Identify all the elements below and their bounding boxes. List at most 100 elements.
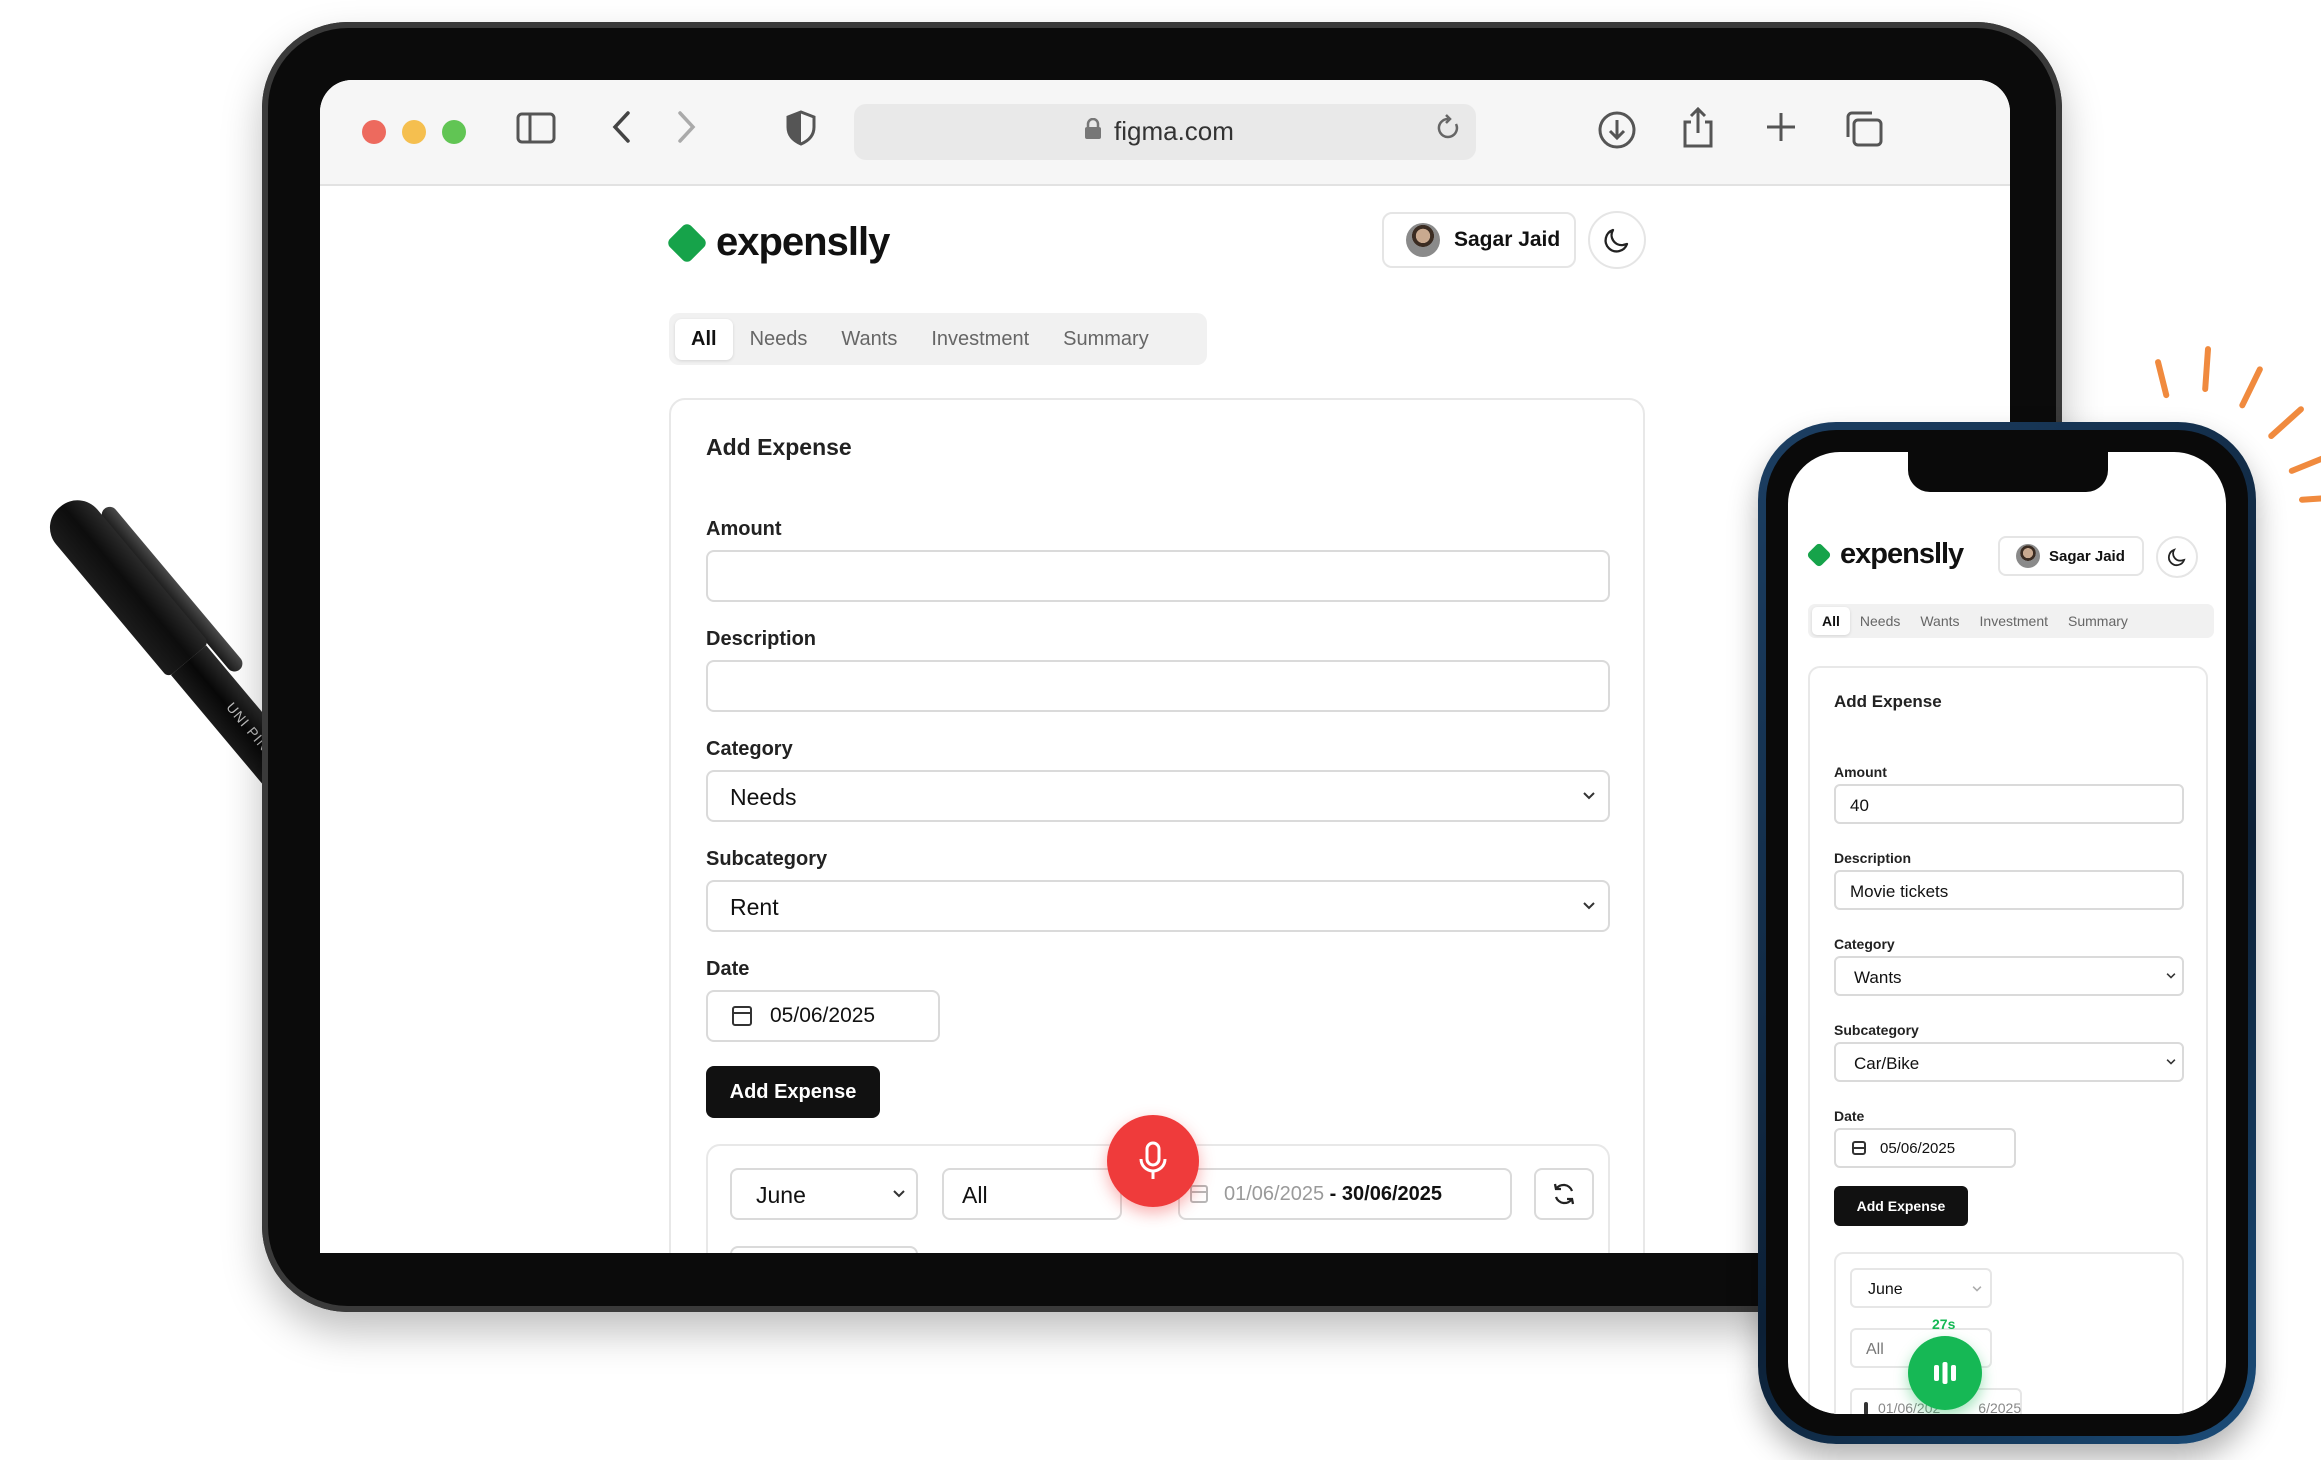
tabs-overview-icon[interactable] xyxy=(1844,110,1884,158)
chevron-down-icon xyxy=(2164,966,2178,991)
range-end: 30/06/2025 xyxy=(1341,1182,1442,1205)
moon-icon xyxy=(1604,228,1629,253)
app-logo[interactable]: expenslly xyxy=(665,220,890,265)
amount-label: Amount xyxy=(1834,764,1887,780)
date-picker[interactable]: 05/06/2025 xyxy=(706,990,940,1042)
month-value: June xyxy=(756,1182,806,1208)
tab-all[interactable]: All xyxy=(1812,607,1850,635)
extra-filter-select[interactable] xyxy=(730,1246,918,1253)
description-input[interactable]: Movie tickets xyxy=(1834,870,2184,910)
date-range-picker[interactable]: 01/06/2025 - 30/06/2025 xyxy=(1178,1168,1512,1220)
microphone-icon xyxy=(1139,1141,1167,1179)
tab-investment[interactable]: Investment xyxy=(1970,607,2058,635)
chevron-down-icon xyxy=(890,1182,908,1211)
form-title: Add Expense xyxy=(1834,692,1942,711)
category-select[interactable]: Needs xyxy=(706,770,1610,822)
amount-label: Amount xyxy=(706,518,782,540)
month-value: June xyxy=(1868,1281,1903,1298)
pen-cap xyxy=(39,489,210,678)
category-value: Needs xyxy=(730,784,797,810)
lock-icon xyxy=(1084,117,1102,146)
tab-wants[interactable]: Wants xyxy=(824,319,914,360)
date-range-text: 01/06/2025 - 30/06/2025 xyxy=(1224,1183,1442,1206)
logo-icon xyxy=(1806,541,1832,568)
chevron-down-icon xyxy=(2164,1052,2178,1077)
amount-input[interactable] xyxy=(706,550,1610,602)
phone-device: expenslly Sagar Jaid All Needs Wants Inv… xyxy=(1758,422,2256,1444)
tab-summary[interactable]: Summary xyxy=(1046,319,1166,360)
category-select[interactable]: Wants xyxy=(1834,956,2184,996)
date-picker[interactable]: 05/06/2025 xyxy=(1834,1128,2016,1168)
stop-recording-button[interactable] xyxy=(1908,1336,1982,1410)
theme-toggle-button[interactable] xyxy=(1588,211,1646,269)
theme-toggle-button[interactable] xyxy=(2156,536,2198,578)
tab-needs[interactable]: Needs xyxy=(1850,607,1910,635)
address-bar[interactable]: figma.com xyxy=(854,104,1476,160)
avatar xyxy=(1406,223,1440,257)
range-end: 6/2025 xyxy=(1978,1400,2022,1414)
calendar-icon xyxy=(1864,1401,1868,1414)
range-separator: - xyxy=(1324,1182,1342,1205)
range-start: 01/06/2025 xyxy=(1224,1182,1325,1205)
month-select[interactable]: June xyxy=(730,1168,918,1220)
voice-input-button[interactable] xyxy=(1107,1115,1199,1207)
month-select[interactable]: June xyxy=(1850,1268,1992,1308)
back-icon[interactable] xyxy=(610,110,634,154)
close-window-button[interactable] xyxy=(362,120,386,144)
amount-input[interactable]: 40 xyxy=(1834,784,2184,824)
subcategory-label: Subcategory xyxy=(706,848,828,870)
moon-icon xyxy=(2167,548,2186,567)
subcategory-label: Subcategory xyxy=(1834,1022,1919,1038)
share-icon[interactable] xyxy=(1680,106,1716,158)
tab-bar: All Needs Wants Investment Summary xyxy=(669,313,1207,365)
forward-icon[interactable] xyxy=(674,110,698,154)
refresh-button[interactable] xyxy=(1534,1168,1594,1220)
tab-all[interactable]: All xyxy=(675,318,733,360)
calendar-icon xyxy=(1190,1185,1208,1203)
user-name: Sagar Jaid xyxy=(1454,228,1561,251)
description-input[interactable] xyxy=(706,660,1610,712)
date-label: Date xyxy=(1834,1108,1865,1124)
add-expense-button[interactable]: Add Expense xyxy=(706,1066,880,1118)
category-label: Category xyxy=(1834,936,1895,952)
minimize-window-button[interactable] xyxy=(402,120,426,144)
subcategory-value: Car/Bike xyxy=(1854,1054,1920,1073)
user-name: Sagar Jaid xyxy=(2049,547,2125,565)
sparkle-ray xyxy=(2238,365,2264,410)
browser-toolbar: figma.com xyxy=(320,80,2010,186)
tab-bar: All Needs Wants Investment Summary xyxy=(1808,604,2214,638)
tab-summary[interactable]: Summary xyxy=(2058,607,2138,635)
tab-investment[interactable]: Investment xyxy=(914,319,1046,360)
sparkle-decoration xyxy=(2140,340,2321,503)
description-label: Description xyxy=(706,628,817,650)
type-select[interactable]: All xyxy=(942,1168,1122,1220)
description-label: Description xyxy=(1834,850,1912,866)
maximize-window-button[interactable] xyxy=(442,120,466,144)
phone-notch xyxy=(1908,452,2108,492)
logo-text: expenslly xyxy=(716,220,890,264)
phone-screen: expenslly Sagar Jaid All Needs Wants Inv… xyxy=(1788,452,2226,1414)
date-value: 05/06/2025 xyxy=(1880,1139,1956,1157)
refresh-icon xyxy=(1553,1183,1575,1205)
calendar-icon xyxy=(1852,1141,1866,1155)
reload-icon[interactable] xyxy=(1434,112,1462,151)
sidebar-toggle-icon[interactable] xyxy=(516,110,556,154)
date-label: Date xyxy=(706,958,750,980)
subcategory-select[interactable]: Car/Bike xyxy=(1834,1042,2184,1082)
download-icon[interactable] xyxy=(1597,110,1637,160)
recording-timer: 27s xyxy=(1932,1316,1956,1332)
user-profile-button[interactable]: Sagar Jaid xyxy=(1382,212,1576,268)
category-value: Wants xyxy=(1854,968,1902,987)
tab-needs[interactable]: Needs xyxy=(733,319,825,360)
user-profile-button[interactable]: Sagar Jaid xyxy=(1998,536,2144,576)
sparkle-ray xyxy=(2154,358,2170,399)
shield-icon[interactable] xyxy=(786,110,816,156)
subcategory-value: Rent xyxy=(730,894,779,920)
url-text: figma.com xyxy=(1114,116,1234,146)
add-expense-button[interactable]: Add Expense xyxy=(1834,1186,1968,1226)
subcategory-select[interactable]: Rent xyxy=(706,880,1610,932)
tab-wants[interactable]: Wants xyxy=(1910,607,1969,635)
app-logo[interactable]: expenslly xyxy=(1806,538,1964,571)
new-tab-icon[interactable] xyxy=(1764,110,1798,154)
chevron-down-icon xyxy=(1580,784,1598,813)
